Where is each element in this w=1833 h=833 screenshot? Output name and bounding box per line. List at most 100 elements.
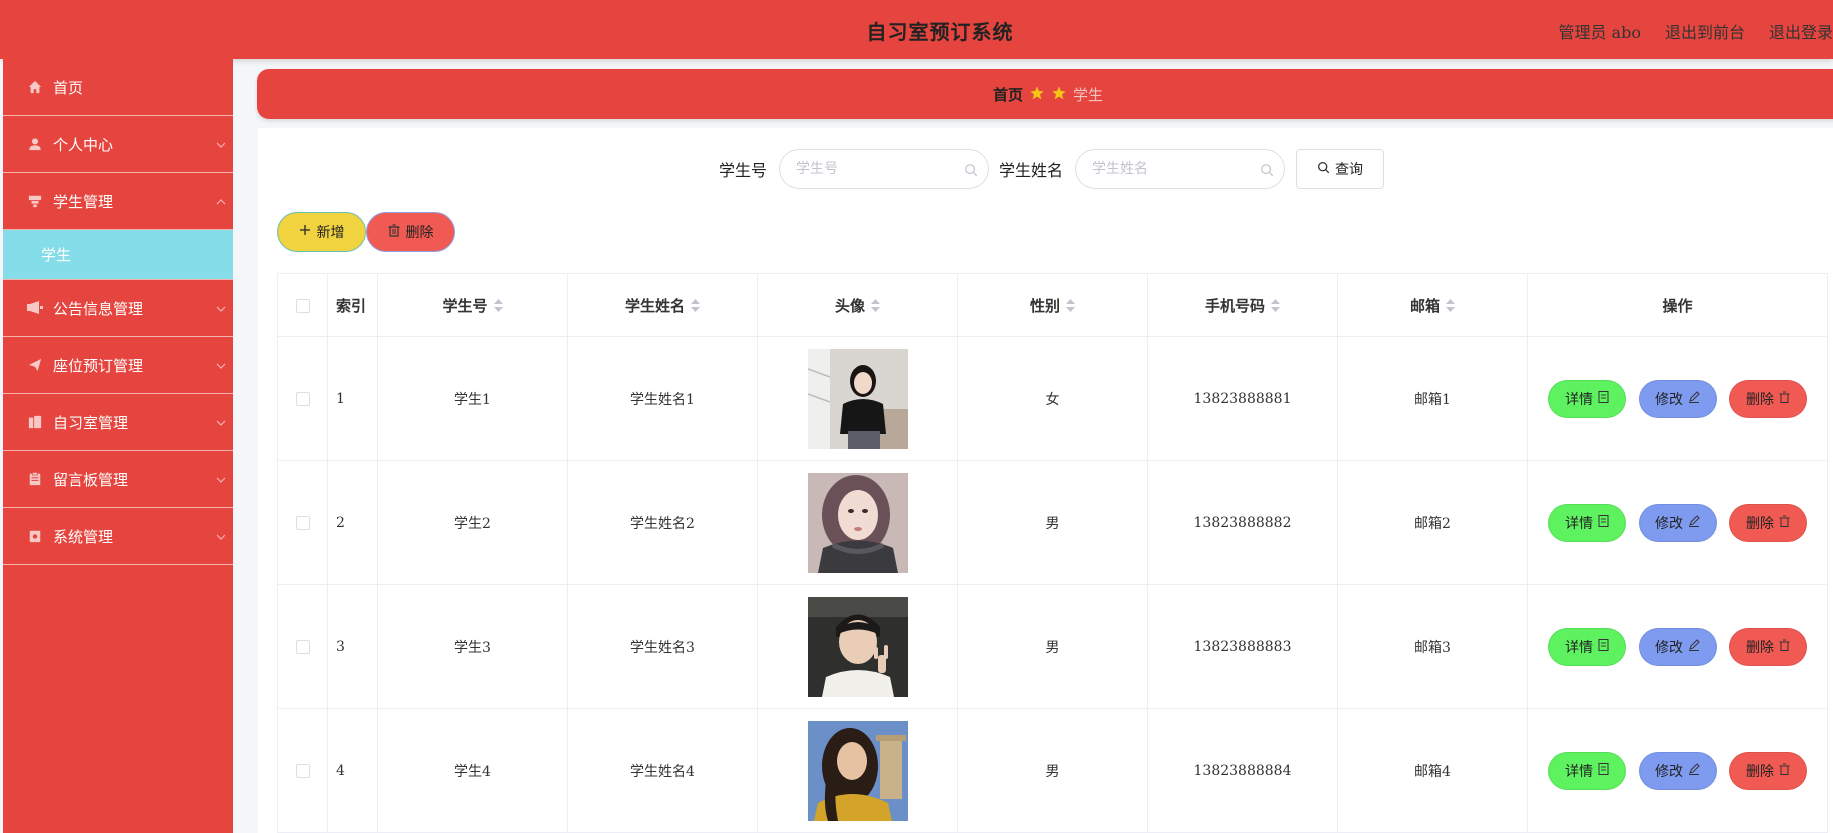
delete-button[interactable]: 删除 (1728, 751, 1807, 790)
detail-button[interactable]: 详情 (1548, 379, 1627, 418)
exit-to-front-link[interactable]: 退出到前台 (1665, 19, 1745, 43)
header-label: 邮箱 (1409, 296, 1440, 315)
select-all-checkbox[interactable] (295, 299, 310, 313)
cell-gender: 男 (957, 584, 1148, 709)
cell-student-name: 学生姓名2 (567, 460, 758, 585)
delete-button-label: 删除 (1745, 639, 1774, 656)
header-student-no[interactable]: 学生号 (377, 273, 568, 337)
header-phone[interactable]: 手机号码 (1147, 273, 1338, 337)
delete-button[interactable]: 删除 (1728, 503, 1807, 542)
query-button-label: 查询 (1335, 162, 1364, 178)
delete-button[interactable]: 删除 (1728, 627, 1807, 666)
table-row: 2 学生2 学生姓名2 男 13823888882 邮箱2 详情 修改 删除 (277, 460, 1828, 585)
sort-icon[interactable] (1066, 298, 1075, 316)
header-student-name[interactable]: 学生姓名 (567, 273, 758, 337)
detail-button[interactable]: 详情 (1548, 627, 1627, 666)
header-email[interactable]: 邮箱 (1337, 273, 1528, 337)
sort-icon[interactable] (493, 298, 503, 316)
sidebar-item-label: 首页 (53, 79, 84, 97)
cell-student-no: 学生3 (377, 584, 568, 709)
edit-button[interactable]: 修改 (1638, 379, 1717, 418)
row-select-cell (277, 336, 328, 461)
header-gender[interactable]: 性别 (957, 273, 1148, 337)
avatar[interactable] (807, 720, 908, 821)
delete-button[interactable]: 删除 (1728, 379, 1807, 418)
student-no-input[interactable] (780, 150, 989, 188)
row-select-cell (277, 708, 328, 833)
detail-button[interactable]: 详情 (1548, 503, 1627, 542)
cell-index: 2 (327, 460, 378, 585)
document-icon (1598, 514, 1609, 531)
cell-email: 邮箱3 (1337, 584, 1528, 709)
document-icon (1598, 638, 1609, 655)
sidebar-item-personal-center[interactable]: 个人中心 (3, 116, 233, 173)
cell-phone: 13823888882 (1147, 460, 1338, 585)
avatar[interactable] (807, 596, 908, 697)
sidebar-item-seat-reservation[interactable]: 座位预订管理 (3, 337, 233, 394)
detail-button-label: 详情 (1565, 515, 1594, 532)
cell-phone: 13823888884 (1147, 708, 1338, 833)
sort-icon[interactable] (871, 298, 880, 316)
sidebar-item-system-management[interactable]: 系统管理 (3, 508, 233, 565)
sidebar-subitem-student[interactable]: 学生 (3, 230, 233, 280)
query-button[interactable]: 查询 (1296, 149, 1385, 189)
add-button[interactable]: 新增 (277, 212, 366, 252)
cell-index: 1 (327, 336, 378, 461)
row-checkbox[interactable] (295, 515, 310, 530)
trash-icon (388, 223, 400, 241)
sidebar-item-notice-management[interactable]: 公告信息管理 (3, 280, 233, 337)
table-row: 1 学生1 学生姓名1 女 13823888881 邮箱1 详情 修改 删除 (277, 336, 1828, 461)
row-select-cell (277, 584, 328, 709)
edit-button[interactable]: 修改 (1638, 627, 1717, 666)
admin-user-label[interactable]: 管理员 abo (1558, 19, 1641, 43)
breadcrumb-home[interactable]: 首页 (993, 84, 1023, 105)
edit-button[interactable]: 修改 (1638, 751, 1717, 790)
header-label: 性别 (1029, 296, 1060, 315)
chevron-down-icon (215, 530, 227, 542)
avatar[interactable] (807, 348, 908, 449)
student-name-field (1075, 149, 1286, 189)
edit-button[interactable]: 修改 (1638, 503, 1717, 542)
pencil-icon (1688, 638, 1700, 655)
cell-avatar (757, 708, 958, 833)
row-checkbox[interactable] (295, 639, 310, 654)
detail-button-label: 详情 (1565, 763, 1594, 780)
cell-avatar (757, 460, 958, 585)
header-label: 手机号码 (1204, 296, 1265, 315)
edit-button-label: 修改 (1655, 639, 1683, 656)
sidebar-item-label: 学生管理 (53, 193, 114, 211)
batch-delete-button[interactable]: 删除 (366, 212, 455, 252)
document-icon (1598, 762, 1609, 779)
sort-icon[interactable] (1271, 298, 1280, 316)
trash-icon (1779, 763, 1790, 779)
sort-icon[interactable] (691, 298, 700, 316)
sort-icon[interactable] (1446, 298, 1455, 316)
header-avatar[interactable]: 头像 (757, 273, 958, 337)
cell-phone: 13823888883 (1147, 584, 1338, 709)
row-checkbox[interactable] (295, 763, 310, 778)
add-button-label: 新增 (316, 225, 345, 241)
student-name-label: 学生姓名 (999, 161, 1064, 180)
building-icon (27, 414, 43, 430)
cell-student-name: 学生姓名1 (567, 336, 758, 461)
cell-email: 邮箱4 (1337, 708, 1528, 833)
header-index: 索引 (327, 273, 378, 337)
delete-button-label: 删除 (1745, 391, 1774, 408)
cell-student-name: 学生姓名3 (567, 584, 758, 709)
logout-link[interactable]: 退出登录 (1769, 19, 1833, 43)
avatar[interactable] (807, 472, 908, 573)
table-header-row: 索引 学生号 学生姓名 头像 性别 手机号码 邮箱 操作 (277, 273, 1828, 337)
sidebar-item-study-room-management[interactable]: 自习室管理 (3, 394, 233, 451)
cell-student-no: 学生2 (377, 460, 568, 585)
detail-button[interactable]: 详情 (1548, 751, 1627, 790)
sidebar-item-student-management[interactable]: 学生管理 (3, 173, 233, 230)
student-no-label: 学生号 (719, 161, 768, 180)
sidebar-item-message-board[interactable]: 留言板管理 (3, 451, 233, 508)
student-no-field (779, 149, 990, 189)
row-checkbox[interactable] (295, 391, 310, 406)
detail-button-label: 详情 (1565, 639, 1594, 656)
student-name-input[interactable] (1076, 150, 1285, 188)
chevron-down-icon (215, 416, 227, 428)
sidebar-item-label: 公告信息管理 (53, 300, 144, 318)
sidebar-item-home[interactable]: 首页 (3, 59, 233, 116)
